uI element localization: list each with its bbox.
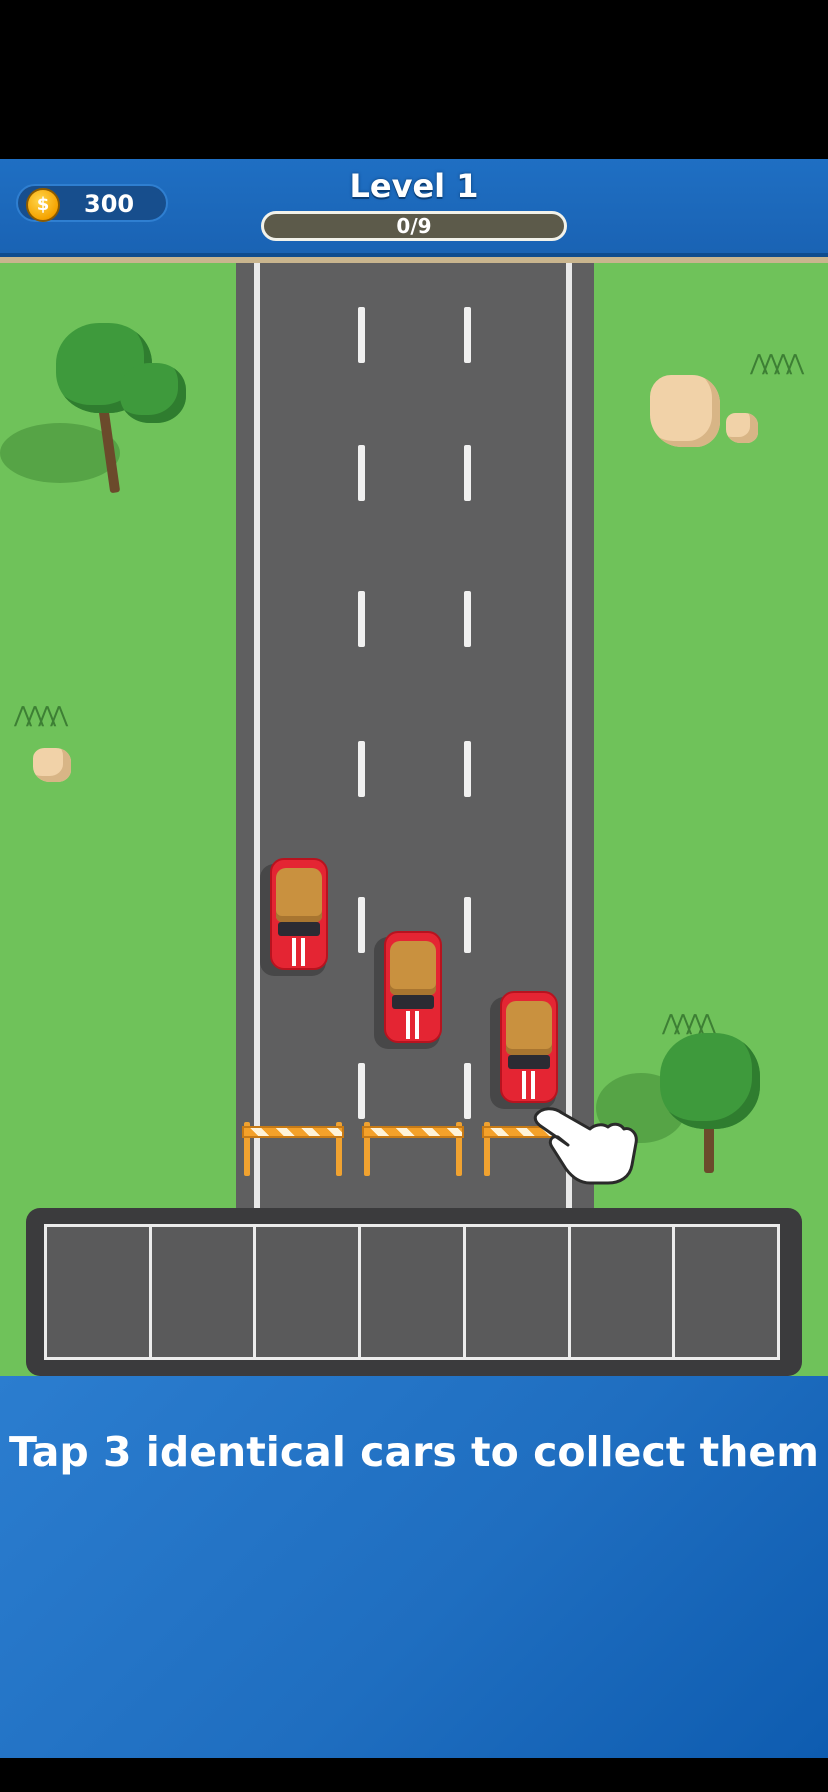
road-edge-line	[254, 263, 260, 1211]
rock-icon	[726, 413, 758, 443]
grass-icon: ⋀⋀⋀⋀	[14, 703, 68, 728]
tree-icon	[596, 1033, 766, 1173]
lane-dash	[464, 741, 471, 797]
lane-dash	[464, 445, 471, 501]
empty-slot	[361, 1227, 466, 1357]
tree-icon	[0, 323, 186, 494]
empty-slot	[256, 1227, 362, 1357]
lane-dash	[464, 307, 471, 363]
slot-grid	[44, 1224, 780, 1360]
instruction-text: Tap 3 identical cars to collect them	[9, 1428, 819, 1476]
lane-dash	[358, 741, 365, 797]
empty-slot	[571, 1227, 676, 1357]
lane-dash	[358, 307, 365, 363]
empty-slot	[152, 1227, 257, 1357]
lane-dash	[358, 591, 365, 647]
level-progress-bar: 0/9	[261, 211, 567, 241]
collection-tray	[26, 1208, 802, 1376]
lane-dash	[358, 1063, 365, 1119]
rock-icon	[33, 748, 71, 782]
red-car[interactable]	[374, 931, 442, 1049]
lane-dash	[358, 897, 365, 953]
tap-hand-icon	[533, 1107, 638, 1185]
progress-text: 0/9	[396, 214, 432, 238]
game-screen: $ 300 Level 1 0/9 ⋀⋀⋀⋀ ⋀⋀⋀⋀ ⋀⋀⋀⋀ Tap 3 i…	[0, 0, 828, 1792]
rock-icon	[650, 375, 720, 447]
lane-dash	[358, 445, 365, 501]
lane-dash	[464, 897, 471, 953]
grass-icon: ⋀⋀⋀⋀	[750, 351, 804, 376]
instruction-panel: Tap 3 identical cars to collect them	[0, 1376, 828, 1758]
empty-slot	[466, 1227, 571, 1357]
level-title: Level 1	[349, 167, 479, 205]
road-barrier	[242, 1118, 344, 1176]
empty-slot	[47, 1227, 152, 1357]
lane-dash	[464, 1063, 471, 1119]
lane-dash	[464, 591, 471, 647]
road-edge-line	[566, 263, 572, 1211]
red-car[interactable]	[260, 858, 328, 976]
top-hud: $ 300 Level 1 0/9	[0, 159, 828, 263]
empty-slot	[675, 1227, 777, 1357]
road-barrier	[362, 1118, 464, 1176]
